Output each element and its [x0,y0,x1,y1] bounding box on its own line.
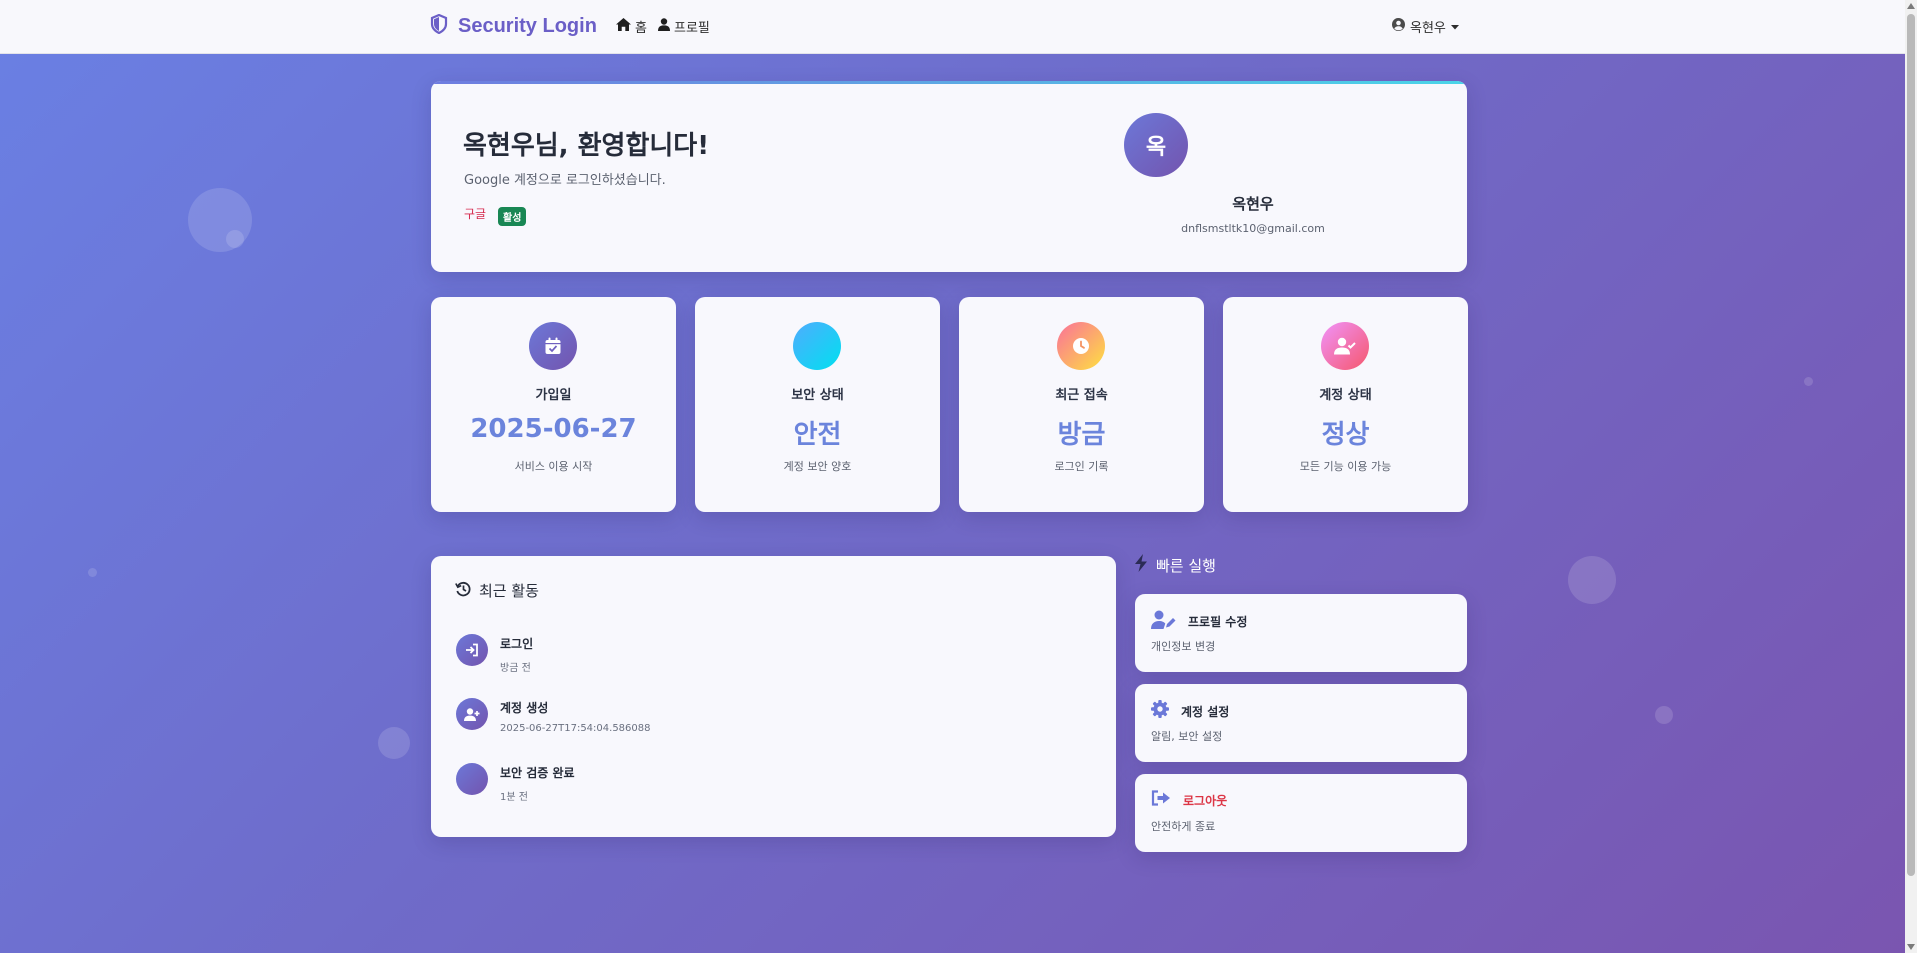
stat-label: 보안 상태 [791,388,844,403]
quick-action-name: 계정 설정 [1181,704,1230,719]
home-icon [616,18,631,35]
history-icon [455,581,471,601]
brand-title: Security Login [458,14,597,37]
activity-item-security-verified: 보안 검증 완료 1분 전 [456,763,575,803]
activity-name: 보안 검증 완료 [500,766,575,780]
scrollbar-thumb[interactable] [1907,14,1915,876]
sign-in-icon [456,634,488,666]
nav-link-home[interactable]: 홈 [616,17,647,36]
logout-icon [1151,790,1171,810]
stat-value: 방금 [1057,420,1106,450]
decorative-bubble [88,568,97,577]
welcome-subtitle: Google 계정으로 로그인하셨습니다. [464,173,666,188]
decorative-bubble [1655,706,1673,724]
bolt-icon [1134,554,1148,576]
decorative-bubble [378,727,410,759]
activity-name: 계정 생성 [500,701,549,715]
login-provider: 구글 [464,207,487,221]
caret-down-icon [1450,19,1459,34]
decorative-bubble [1568,556,1616,604]
stat-label: 가입일 [535,388,572,403]
profile-email: dnflsmstltk10@gmail.com [1181,222,1325,235]
activity-item-account-created: 계정 생성 2025-06-27T17:54:04.586088 [456,698,651,734]
quick-action-name: 프로필 수정 [1188,615,1248,629]
user-menu-label: 옥현우 [1410,21,1446,36]
quick-actions-header: 빠른 실행 [1134,554,1216,576]
stat-description: 계정 보안 양호 [783,460,852,473]
recent-activity-card: 최근 활동 로그인 방금 전 계정 생성 2025-06-27T17:54:04… [431,556,1116,837]
activity-time: 방금 전 [500,663,531,674]
user-icon [658,18,670,35]
profile-name: 옥현우 [1232,195,1274,213]
nav-link-label: 프로필 [674,21,710,36]
scroll-down-arrow-icon[interactable] [1907,944,1915,950]
shield-check-icon [456,763,488,795]
quick-actions-title: 빠른 실행 [1156,556,1216,575]
logout-button[interactable]: 로그아웃 안전하게 종료 [1135,774,1467,852]
clock-icon [1057,322,1105,370]
avatar: 옥 [1124,113,1188,177]
top-navbar: Security Login 홈 프로필 옥현우 [0,0,1905,54]
activity-item-login: 로그인 방금 전 [456,634,533,674]
stat-label: 최근 접속 [1055,388,1108,403]
decorative-bubble [226,230,244,248]
activity-name: 로그인 [500,637,534,651]
quick-action-description: 개인정보 변경 [1151,640,1216,653]
user-plus-icon [456,698,488,730]
activity-time: 2025-06-27T17:54:04.586088 [500,723,651,734]
brand-link[interactable]: Security Login [430,13,597,38]
stat-card-last-access: 최근 접속 방금 로그인 기록 [959,297,1204,512]
recent-activity-header: 최근 활동 [455,580,539,601]
stat-card-join-date: 가입일 2025-06-27 서비스 이용 시작 [431,297,676,512]
user-circle-icon [1392,18,1405,35]
stat-description: 모든 기능 이용 가능 [1299,460,1392,473]
card-accent-bar [431,81,1467,84]
stat-card-account-status: 계정 상태 정상 모든 기능 이용 가능 [1223,297,1468,512]
quick-action-description: 알림, 보안 설정 [1151,730,1223,743]
nav-link-profile[interactable]: 프로필 [658,17,710,36]
welcome-title: 옥현우님, 환영합니다! [463,131,710,161]
quick-action-name: 로그아웃 [1183,793,1228,808]
gear-icon [1151,700,1169,722]
shield-icon [793,322,841,370]
stat-card-security-status: 보안 상태 안전 계정 보안 양호 [695,297,940,512]
stat-label: 계정 상태 [1319,388,1372,403]
status-badge: 활성 [498,207,527,226]
stat-description: 로그인 기록 [1054,460,1109,473]
page-scrollbar[interactable] [1905,0,1917,953]
nav-link-label: 홈 [635,21,647,36]
stat-value: 안전 [793,420,842,450]
shield-icon [430,13,448,38]
calendar-check-icon [529,322,577,370]
welcome-card: 옥현우님, 환영합니다! Google 계정으로 로그인하셨습니다. 구글 활성… [431,81,1467,272]
account-settings-button[interactable]: 계정 설정 알림, 보안 설정 [1135,684,1467,762]
recent-activity-title: 최근 활동 [479,582,539,600]
stat-value: 정상 [1321,420,1370,450]
scroll-up-arrow-icon[interactable] [1907,3,1915,9]
quick-action-description: 안전하게 종료 [1151,820,1216,833]
user-check-icon [1321,322,1369,370]
activity-time: 1분 전 [500,792,528,803]
stat-value: 2025-06-27 [470,414,637,444]
decorative-bubble [1804,377,1813,386]
stat-description: 서비스 이용 시작 [514,460,593,473]
user-edit-icon [1151,610,1176,633]
user-menu-dropdown[interactable]: 옥현우 [1392,17,1459,36]
edit-profile-button[interactable]: 프로필 수정 개인정보 변경 [1135,594,1467,672]
